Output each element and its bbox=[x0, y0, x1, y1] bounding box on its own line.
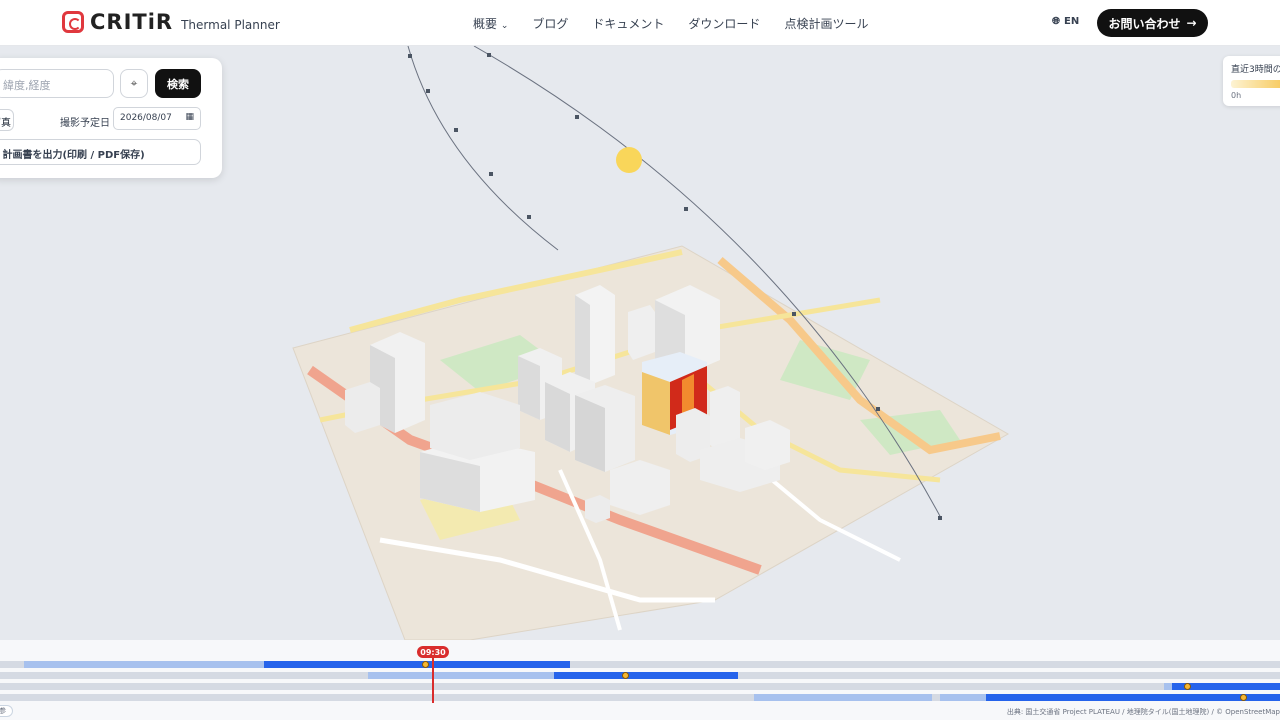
nav-item-overview[interactable]: 概要 ⌄ bbox=[473, 15, 508, 32]
legend-title: 直近3時間の日射 bbox=[1231, 65, 1280, 75]
photo-button[interactable]: 写真 bbox=[0, 109, 14, 131]
contact-label: お問い合わせ bbox=[1108, 16, 1181, 31]
brand-logo[interactable]: CRITiR Thermal Planner bbox=[62, 10, 280, 34]
current-time-indicator[interactable] bbox=[432, 655, 434, 703]
legend-gradient bbox=[1231, 80, 1280, 88]
timeline-segment bbox=[554, 672, 738, 679]
chevron-down-icon: ⌄ bbox=[500, 21, 509, 31]
timeline-track[interactable] bbox=[0, 683, 1280, 690]
map-attribution[interactable]: 出典: 国土交通省 Project PLATEAU / 地理院タイル(国土地理院… bbox=[1007, 707, 1280, 717]
main-nav: 概要 ⌄ ブログ ドキュメント ダウンロード 点検計画ツール bbox=[473, 15, 868, 32]
timeline-segment bbox=[1164, 683, 1172, 690]
current-time-badge[interactable]: 09:30 bbox=[417, 646, 449, 658]
shooting-date-label: 撮影予定日 bbox=[60, 118, 110, 129]
building[interactable] bbox=[575, 285, 615, 385]
globe-icon: 🌐︎ bbox=[1052, 16, 1060, 27]
locate-button[interactable]: ⌖ bbox=[120, 69, 148, 98]
sun-peak-marker bbox=[422, 661, 429, 668]
calendar-icon: ▦ bbox=[185, 112, 194, 122]
building[interactable] bbox=[430, 392, 520, 460]
timeline-left-badge[interactable]: 参 bbox=[0, 705, 13, 717]
sun-icon[interactable] bbox=[616, 147, 642, 173]
language-switch[interactable]: 🌐︎ EN bbox=[1052, 16, 1079, 27]
building[interactable] bbox=[628, 305, 655, 360]
export-plan-label: 計画書を出力(印刷 / PDF保存) bbox=[2, 150, 145, 161]
building[interactable] bbox=[345, 382, 380, 433]
timeline-segment bbox=[368, 672, 554, 679]
coordinate-search-input[interactable]: 緯度,経度 bbox=[0, 69, 114, 98]
building[interactable] bbox=[610, 460, 670, 515]
shooting-date-input[interactable]: 2026/08/07 ▦ bbox=[113, 107, 201, 130]
language-label: EN bbox=[1064, 16, 1080, 27]
arrow-right-icon: → bbox=[1186, 16, 1197, 30]
nav-item-download[interactable]: ダウンロード bbox=[688, 15, 760, 32]
logo-icon bbox=[62, 11, 84, 33]
timeline-segment bbox=[24, 661, 264, 668]
search-placeholder: 緯度,経度 bbox=[3, 79, 51, 92]
building[interactable] bbox=[745, 420, 790, 470]
date-value: 2026/08/07 bbox=[120, 113, 172, 123]
building[interactable] bbox=[575, 385, 635, 472]
time-slider-panel[interactable]: 09:30 参 出典: 国土交通省 Project PLATEAU / 地理院タ… bbox=[0, 640, 1280, 720]
locate-icon: ⌖ bbox=[130, 76, 138, 90]
contact-button[interactable]: お問い合わせ → bbox=[1097, 9, 1208, 37]
search-button[interactable]: 検索 bbox=[155, 69, 201, 98]
timeline-segment bbox=[754, 694, 932, 701]
plan-panel: 緯度,経度 ⌖ 検索 写真 撮影予定日 2026/08/07 ▦ ⎙ 計画書を出… bbox=[0, 58, 222, 178]
product-name: Thermal Planner bbox=[181, 18, 280, 32]
brand-name: CRITiR bbox=[90, 10, 174, 34]
sun-peak-marker bbox=[1184, 683, 1191, 690]
timeline-segment bbox=[940, 694, 986, 701]
top-header: CRITiR Thermal Planner 概要 ⌄ ブログ ドキュメント ダ… bbox=[0, 0, 1280, 46]
sun-peak-marker bbox=[622, 672, 629, 679]
sun-path-arc bbox=[407, 46, 559, 251]
timeline-segment bbox=[986, 694, 1280, 701]
timeline-segment bbox=[264, 661, 570, 668]
nav-item-docs[interactable]: ドキュメント bbox=[592, 15, 664, 32]
nav-item-inspection-tool[interactable]: 点検計画ツール bbox=[784, 15, 868, 32]
irradiance-legend: 直近3時間の日射 0h bbox=[1223, 56, 1280, 106]
export-plan-button[interactable]: ⎙ 計画書を出力(印刷 / PDF保存) bbox=[0, 139, 201, 165]
nav-item-blog[interactable]: ブログ bbox=[532, 15, 568, 32]
sun-peak-marker bbox=[1240, 694, 1247, 701]
legend-min-label: 0h bbox=[1231, 91, 1242, 100]
building[interactable] bbox=[585, 495, 610, 523]
